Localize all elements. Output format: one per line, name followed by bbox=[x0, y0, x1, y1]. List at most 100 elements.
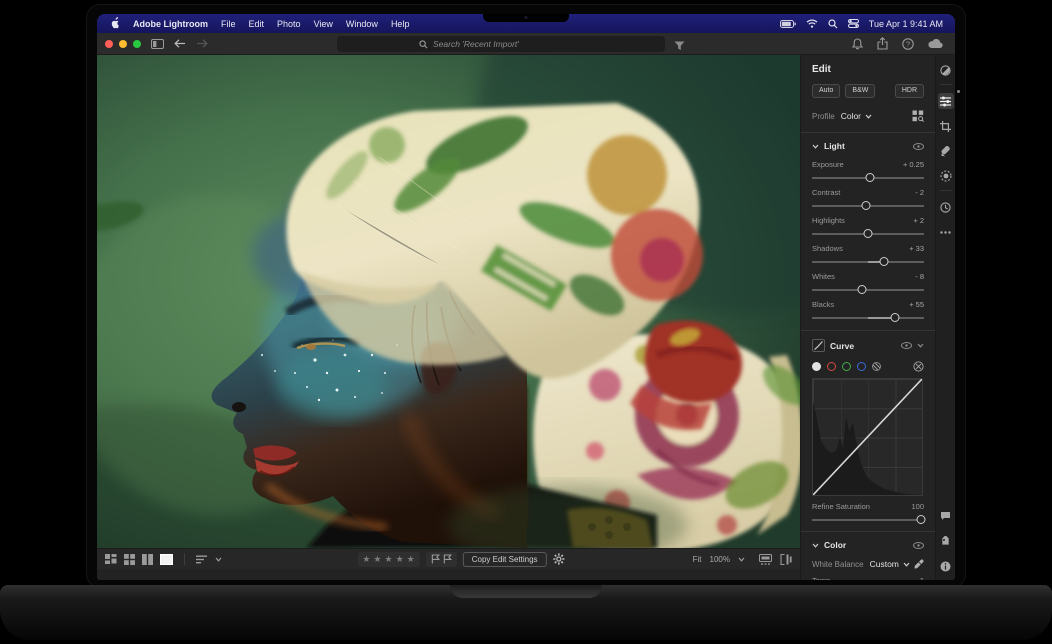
curve-collapse-icon[interactable] bbox=[917, 343, 924, 348]
minimize-window-button[interactable] bbox=[119, 40, 127, 48]
slider-knob[interactable] bbox=[879, 257, 888, 266]
curve-channel-green[interactable] bbox=[842, 362, 851, 371]
menu-edit[interactable]: Edit bbox=[249, 19, 265, 29]
light-section-header[interactable]: Light bbox=[812, 141, 924, 151]
control-center-icon[interactable] bbox=[848, 19, 859, 28]
auto-button[interactable]: Auto bbox=[812, 84, 840, 98]
refine-saturation-slider[interactable] bbox=[812, 515, 924, 524]
bw-button[interactable]: B&W bbox=[845, 84, 875, 98]
close-window-button[interactable] bbox=[105, 40, 113, 48]
masking-icon[interactable] bbox=[938, 168, 954, 184]
settings-gear-icon[interactable] bbox=[553, 553, 565, 565]
star-icon[interactable]: ★ bbox=[407, 555, 415, 564]
edit-sliders-icon[interactable] bbox=[938, 93, 954, 109]
curve-section-title: Curve bbox=[830, 341, 854, 351]
photo-grid-icon[interactable] bbox=[105, 554, 117, 565]
zoom-fit-label[interactable]: Fit bbox=[693, 555, 702, 564]
detail-icon[interactable] bbox=[160, 554, 173, 565]
apple-menu[interactable] bbox=[109, 16, 120, 31]
curve-reset-icon[interactable] bbox=[913, 361, 924, 372]
menu-photo[interactable]: Photo bbox=[277, 19, 301, 29]
search-input[interactable] bbox=[433, 39, 583, 49]
star-icon[interactable]: ★ bbox=[384, 555, 392, 564]
presets-icon[interactable] bbox=[938, 62, 954, 78]
zoom-window-button[interactable] bbox=[133, 40, 141, 48]
slider-knob[interactable] bbox=[890, 313, 899, 322]
back-button[interactable] bbox=[174, 39, 186, 48]
help-icon[interactable]: ? bbox=[902, 38, 914, 50]
slider-knob[interactable] bbox=[916, 515, 925, 524]
copy-edit-settings-button[interactable]: Copy Edit Settings bbox=[463, 552, 547, 567]
highlights-slider[interactable]: Highlights+ 2 bbox=[812, 216, 924, 238]
versions-icon[interactable] bbox=[938, 199, 954, 215]
profile-value[interactable]: Color bbox=[841, 111, 861, 121]
share-icon[interactable] bbox=[877, 37, 888, 50]
color-visibility-icon[interactable] bbox=[913, 542, 924, 549]
curve-channel-blue[interactable] bbox=[857, 362, 866, 371]
curve-channel-all[interactable] bbox=[812, 362, 821, 371]
before-after-icon[interactable] bbox=[780, 554, 792, 565]
light-collapse-icon[interactable] bbox=[812, 144, 819, 149]
star-icon[interactable]: ★ bbox=[362, 555, 370, 564]
light-visibility-icon[interactable] bbox=[913, 143, 924, 150]
eyedropper-icon[interactable] bbox=[914, 559, 924, 569]
forward-button[interactable] bbox=[196, 39, 208, 48]
temp-slider[interactable]: Temp- 1 bbox=[812, 576, 924, 580]
profile-browser-icon[interactable] bbox=[912, 110, 924, 122]
heal-icon[interactable] bbox=[938, 143, 954, 159]
white-balance-value[interactable]: Custom bbox=[870, 559, 899, 569]
info-icon[interactable] bbox=[938, 558, 954, 574]
tone-curve-graph[interactable] bbox=[812, 378, 923, 496]
sort-icon[interactable] bbox=[196, 555, 208, 564]
curve-icon bbox=[812, 339, 825, 352]
menu-help[interactable]: Help bbox=[391, 19, 410, 29]
star-rating[interactable]: ★ ★ ★ ★ ★ bbox=[357, 552, 419, 567]
menu-file[interactable]: File bbox=[221, 19, 236, 29]
slider-knob[interactable] bbox=[861, 201, 870, 210]
cloud-icon[interactable] bbox=[928, 39, 943, 49]
zoom-level[interactable]: 100% bbox=[710, 555, 730, 564]
wifi-icon[interactable] bbox=[806, 19, 818, 28]
comments-icon[interactable] bbox=[938, 508, 954, 524]
curve-visibility-icon[interactable] bbox=[901, 342, 912, 349]
search-status-icon[interactable] bbox=[828, 19, 838, 29]
bell-icon[interactable] bbox=[852, 38, 863, 50]
color-collapse-icon[interactable] bbox=[812, 543, 819, 548]
curve-section-header[interactable]: Curve bbox=[812, 339, 924, 352]
show-original-icon[interactable] bbox=[759, 554, 772, 565]
pick-flag-icon[interactable] bbox=[431, 554, 440, 564]
contrast-slider[interactable]: Contrast- 2 bbox=[812, 188, 924, 210]
sidebar-toggle-icon[interactable] bbox=[151, 39, 164, 49]
slider-knob[interactable] bbox=[864, 229, 873, 238]
curve-channel-red[interactable] bbox=[827, 362, 836, 371]
keywords-icon[interactable] bbox=[938, 533, 954, 549]
menu-app-name[interactable]: Adobe Lightroom bbox=[133, 19, 208, 29]
white-balance-chevron-icon[interactable] bbox=[903, 562, 910, 567]
menu-view[interactable]: View bbox=[314, 19, 333, 29]
color-section-header[interactable]: Color bbox=[812, 540, 924, 550]
exposure-slider[interactable]: Exposure+ 0.25 bbox=[812, 160, 924, 182]
search-bar[interactable] bbox=[337, 36, 665, 52]
whites-slider[interactable]: Whites- 8 bbox=[812, 272, 924, 294]
battery-icon[interactable] bbox=[780, 20, 796, 28]
curve-channel-targeted[interactable] bbox=[872, 362, 881, 371]
slider-knob[interactable] bbox=[866, 173, 875, 182]
square-grid-icon[interactable] bbox=[124, 554, 135, 565]
zoom-chevron-icon[interactable] bbox=[738, 557, 745, 562]
blacks-slider[interactable]: Blacks+ 55 bbox=[812, 300, 924, 322]
compare-icon[interactable] bbox=[142, 554, 153, 565]
menu-clock[interactable]: Tue Apr 1 9:41 AM bbox=[869, 19, 943, 29]
hdr-button[interactable]: HDR bbox=[895, 84, 924, 98]
reject-flag-icon[interactable] bbox=[443, 554, 452, 564]
sort-chevron-icon[interactable] bbox=[215, 557, 222, 562]
menu-window[interactable]: Window bbox=[346, 19, 378, 29]
profile-chevron-icon[interactable] bbox=[865, 114, 872, 119]
crop-icon[interactable] bbox=[938, 118, 954, 134]
filter-icon[interactable] bbox=[674, 38, 685, 56]
shadows-slider[interactable]: Shadows+ 33 bbox=[812, 244, 924, 266]
slider-knob[interactable] bbox=[858, 285, 867, 294]
more-icon[interactable] bbox=[938, 224, 954, 240]
photo-canvas[interactable] bbox=[97, 55, 800, 548]
star-icon[interactable]: ★ bbox=[396, 555, 404, 564]
star-icon[interactable]: ★ bbox=[373, 555, 381, 564]
